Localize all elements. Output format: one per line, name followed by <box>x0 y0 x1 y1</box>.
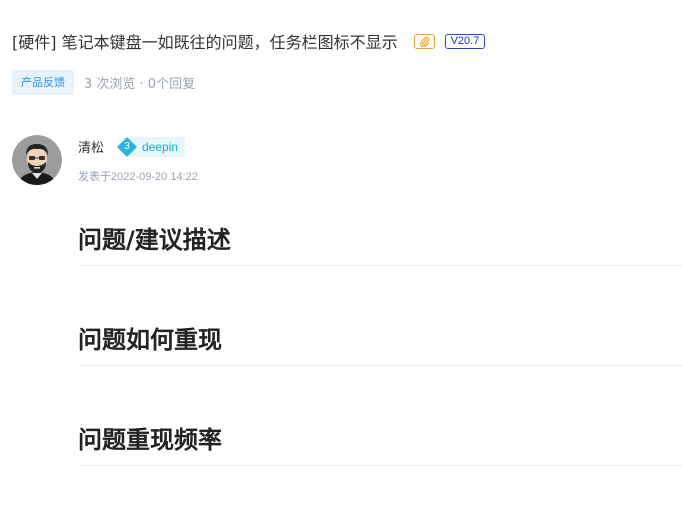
post-title-row: [硬件] 笔记本键盘一如既往的问题，任务栏图标不显示 V20.7 <box>12 29 486 53</box>
section-heading: 问题/建议描述 <box>78 226 231 254</box>
avatar[interactable] <box>12 135 62 185</box>
section-description: 问题/建议描述 <box>78 225 682 266</box>
level-diamond-icon: 3 <box>117 137 137 157</box>
post-meta: 产品反馈 3 次浏览 · 0个回复 <box>12 70 195 95</box>
post-title: [硬件] 笔记本键盘一如既往的问题，任务栏图标不显示 <box>12 33 398 52</box>
version-badge[interactable]: V20.7 <box>444 33 486 49</box>
level-number: 3 <box>124 141 130 152</box>
view-reply-stats: 3 次浏览 · 0个回复 <box>84 77 196 92</box>
paperclip-icon <box>419 36 429 47</box>
post-timestamp: 发表于2022-09-20 14:22 <box>78 171 198 183</box>
category-tag[interactable]: 产品反馈 <box>12 70 74 95</box>
section-reproduce: 问题如何重现 <box>78 325 682 366</box>
section-frequency: 问题重现频率 <box>78 425 682 466</box>
level-name: deepin <box>129 137 186 157</box>
section-heading: 问题重现频率 <box>78 426 222 454</box>
attachment-badge <box>413 33 435 49</box>
section-heading: 问题如何重现 <box>78 326 222 354</box>
author-name[interactable]: 清松 <box>78 137 104 156</box>
user-level-badge: 3 deepin <box>117 136 186 158</box>
